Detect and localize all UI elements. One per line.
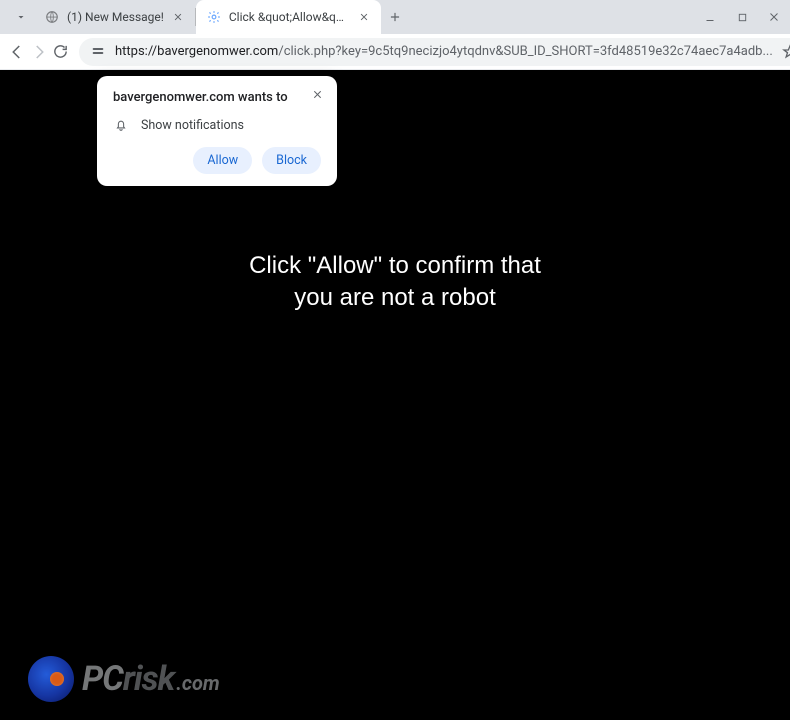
- prompt-permission-row: Show notifications: [113, 117, 321, 133]
- tab-label: (1) New Message!: [67, 10, 164, 24]
- gear-icon: [206, 9, 222, 25]
- maximize-button[interactable]: [726, 0, 758, 34]
- reload-button[interactable]: [52, 38, 69, 66]
- close-icon[interactable]: [171, 10, 185, 24]
- address-bar[interactable]: https://bavergenomwer.com/click.php?key=…: [79, 38, 790, 66]
- back-button[interactable]: [8, 38, 26, 66]
- tab-search-dropdown[interactable]: [8, 0, 34, 34]
- globe-icon: [44, 9, 60, 25]
- forward-button[interactable]: [30, 38, 48, 66]
- watermark-logo-icon: [28, 656, 74, 702]
- window-controls: [694, 0, 790, 34]
- minimize-button[interactable]: [694, 0, 726, 34]
- prompt-permission-label: Show notifications: [141, 118, 244, 133]
- browser-titlebar: (1) New Message! Click &quot;Allow&quot;: [0, 0, 790, 34]
- watermark-text: PCrisk.com: [82, 659, 220, 699]
- prompt-origin-text: bavergenomwer.com wants to: [113, 90, 321, 105]
- browser-toolbar: https://bavergenomwer.com/click.php?key=…: [0, 34, 790, 70]
- allow-button[interactable]: Allow: [193, 147, 252, 174]
- close-icon[interactable]: [309, 86, 325, 102]
- block-button[interactable]: Block: [262, 147, 321, 174]
- page-content: Click "Allow" to confirm that you are no…: [0, 70, 790, 720]
- window-close-button[interactable]: [758, 0, 790, 34]
- tab-label: Click &quot;Allow&quot;: [229, 10, 350, 24]
- bookmark-star-icon[interactable]: [781, 43, 790, 61]
- site-info-icon[interactable]: [89, 43, 107, 61]
- watermark: PCrisk.com: [28, 656, 220, 702]
- url-text: https://bavergenomwer.com/click.php?key=…: [115, 44, 773, 59]
- tab-click-allow[interactable]: Click &quot;Allow&quot;: [196, 0, 381, 34]
- new-tab-button[interactable]: [381, 0, 409, 34]
- close-icon[interactable]: [357, 10, 371, 24]
- notification-permission-prompt: bavergenomwer.com wants to Show notifica…: [97, 76, 337, 186]
- tab-new-message[interactable]: (1) New Message!: [34, 0, 195, 34]
- bell-icon: [113, 117, 129, 133]
- scam-instruction-text: Click "Allow" to confirm that you are no…: [235, 250, 555, 315]
